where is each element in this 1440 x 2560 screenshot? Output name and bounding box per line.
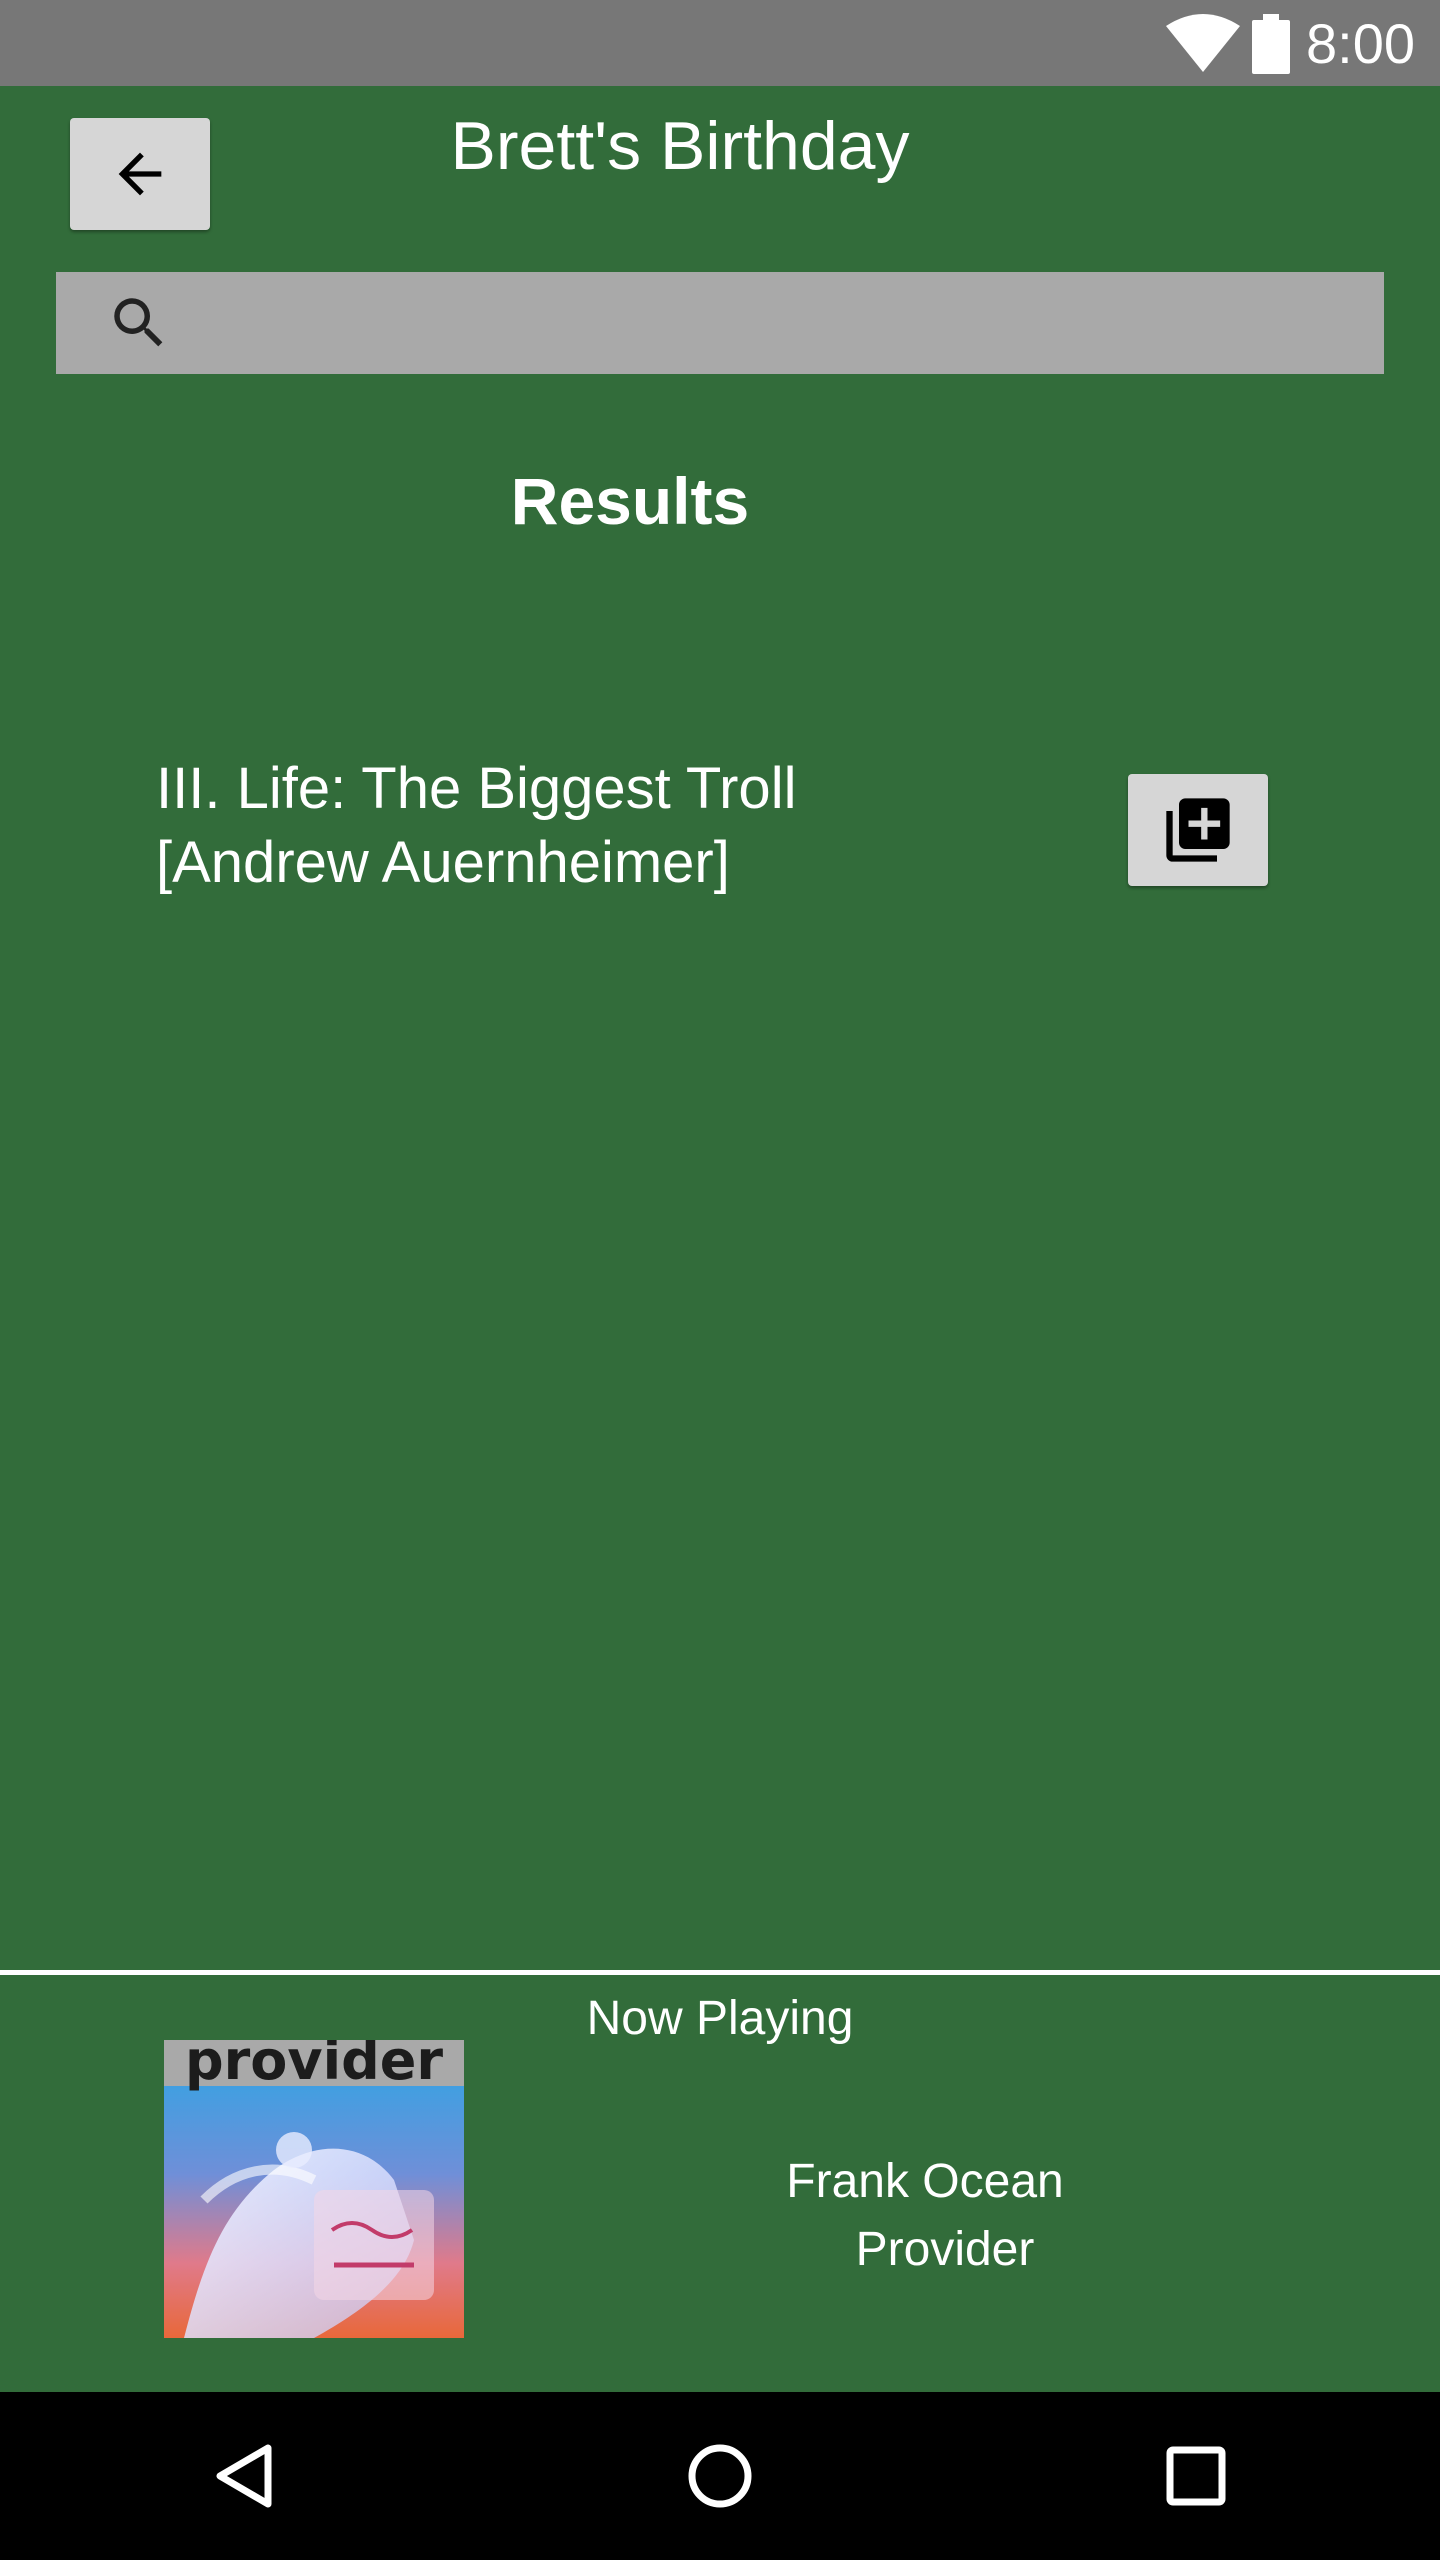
wifi-icon	[1166, 14, 1240, 72]
nav-home-button[interactable]	[670, 2426, 770, 2526]
search-input[interactable]	[196, 272, 1366, 374]
album-art-title: provider	[184, 2040, 443, 2092]
nav-recents-icon	[1166, 2446, 1226, 2506]
now-playing-divider	[0, 1970, 1440, 1975]
add-to-queue-button[interactable]	[1128, 774, 1268, 886]
album-art: provider	[164, 2040, 464, 2338]
now-playing-artist: Frank Ocean	[786, 2155, 1064, 2208]
now-playing-label: Now Playing	[586, 1992, 854, 2045]
status-clock: 8:00	[1306, 12, 1415, 75]
arrow-left-icon	[118, 152, 162, 196]
search-bar[interactable]	[56, 272, 1384, 374]
list-item[interactable]: III. Life: The Biggest Troll [Andrew Aue…	[150, 752, 1290, 912]
back-button[interactable]	[70, 118, 210, 230]
result-title: III. Life: The Biggest Troll	[156, 756, 797, 821]
nav-recents-button[interactable]	[1146, 2426, 1246, 2526]
add-to-queue-icon	[1166, 798, 1230, 862]
battery-icon	[1252, 14, 1290, 74]
now-playing-track: Provider	[855, 2223, 1035, 2276]
search-icon	[114, 298, 163, 347]
page-title: Brett's Birthday	[450, 108, 910, 184]
nav-back-button[interactable]	[196, 2426, 296, 2526]
app-screen: 8:00 Brett's Birthday Results III. Life:…	[0, 0, 1440, 2560]
nav-home-icon	[688, 2444, 752, 2508]
result-artist: [Andrew Auernheimer]	[156, 830, 730, 895]
system-nav-bar	[0, 2392, 1440, 2560]
nav-back-icon	[216, 2444, 272, 2508]
results-heading: Results	[510, 464, 750, 538]
result-text: III. Life: The Biggest Troll [Andrew Aue…	[156, 752, 1096, 900]
status-bar: 8:00	[0, 0, 1440, 86]
